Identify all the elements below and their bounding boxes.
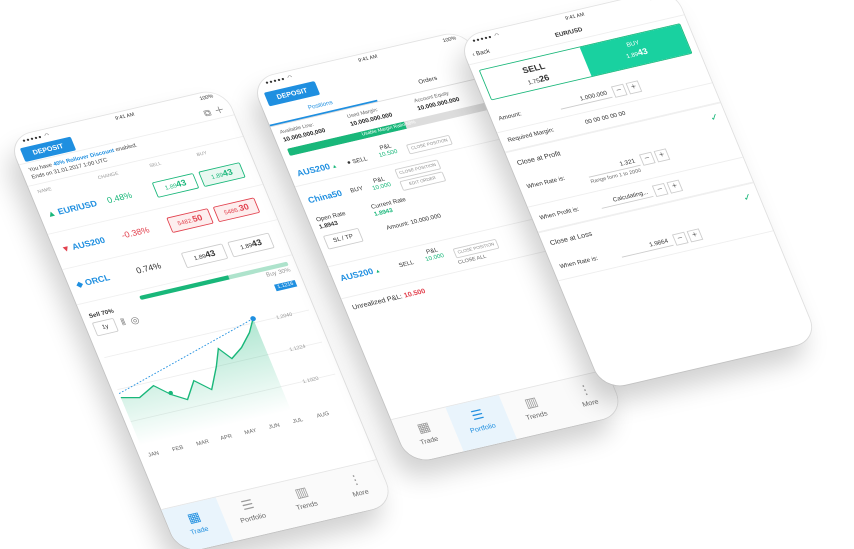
battery-level: 100% <box>199 94 215 102</box>
x-label: JUN <box>268 423 281 431</box>
side: SELL <box>398 260 415 270</box>
back-button[interactable]: ‹ Back <box>471 48 490 58</box>
required-margin: 00 00 00 00 00 <box>584 110 627 126</box>
buy-quote[interactable]: 1.8943 <box>198 162 246 188</box>
loss-rate-input[interactable]: 1.9864 <box>618 236 674 258</box>
change: 0.74% <box>134 261 163 277</box>
decrement-button[interactable]: − <box>671 231 689 246</box>
buy-quote[interactable]: 5486.30 <box>212 197 261 223</box>
add-icon[interactable]: ＋ <box>213 104 226 116</box>
x-label: FEB <box>172 445 185 453</box>
increment-button[interactable]: + <box>666 179 684 194</box>
profit-amount-input[interactable]: Calculating... <box>598 187 654 209</box>
open-rate: 1.8943 <box>318 220 340 231</box>
side: BUY <box>349 185 365 195</box>
increment-button[interactable]: + <box>625 80 643 95</box>
up-arrow-icon: ▲ <box>331 163 339 170</box>
up-arrow-icon: ▲ <box>374 268 382 275</box>
decrement-button[interactable]: − <box>651 183 669 197</box>
tab-bar: ▦ Trade ☰ Portfolio ▥ Trends ⋮ More <box>390 369 625 464</box>
buy-quote[interactable]: 1.8943 <box>227 232 275 258</box>
tab-bar: ▦ Trade ☰ Portfolio ▥ Trends ⋮ More <box>161 459 395 549</box>
symbol: China50 <box>306 189 344 206</box>
battery-level: 100% <box>442 36 458 44</box>
symbol: EUR/USD <box>56 199 99 218</box>
side: SELL <box>351 155 369 165</box>
sl-tp-button[interactable]: SL / TP <box>322 227 364 250</box>
x-label: APR <box>220 434 234 442</box>
y-label: 1.2040 <box>275 312 293 321</box>
x-label: MAY <box>244 428 258 436</box>
up-arrow-icon: ▲ <box>45 208 58 220</box>
change: -0.38% <box>120 225 152 241</box>
y-label: 1.1224 <box>289 344 307 353</box>
amount-input[interactable]: 1.000.000 <box>557 88 613 110</box>
sell-quote[interactable]: 1.8943 <box>151 173 200 198</box>
check-icon: ✓ <box>741 192 754 204</box>
sell-quote[interactable]: 5482.50 <box>166 208 214 234</box>
x-label: JUL <box>292 417 304 425</box>
symbol: AUS200 <box>295 162 332 179</box>
increment-button[interactable]: + <box>686 228 704 243</box>
candlestick-icon[interactable]: ⫴ <box>120 317 128 328</box>
symbol: ORCL <box>83 273 112 289</box>
col-buy: BUY <box>196 150 208 158</box>
symbol: AUS200 <box>338 267 376 284</box>
period-selector[interactable]: 1y <box>91 317 120 337</box>
battery-level: 100% <box>649 0 664 2</box>
symbol: AUS200 <box>70 236 107 253</box>
decrement-button[interactable]: − <box>638 151 656 166</box>
unrealized-value: 10.500 <box>402 287 427 300</box>
decrement-button[interactable]: − <box>610 83 628 98</box>
increment-button[interactable]: + <box>653 148 671 163</box>
x-label: MAR <box>196 439 211 447</box>
x-label: AUG <box>316 411 330 419</box>
y-label: 1.1020 <box>302 376 320 385</box>
x-label: JAN <box>147 451 160 459</box>
logo-badge-icon: ◎ <box>128 315 142 327</box>
change: 0.48% <box>105 191 134 206</box>
price-tag: 1.1216 <box>273 279 298 292</box>
check-icon: ✓ <box>708 112 721 124</box>
stage: ●●●●● ◠ 9:41 AM 100% DEPOSIT ⧉ ＋ You hav… <box>0 0 854 549</box>
chart-settings-icon[interactable]: ⧉ <box>202 107 213 118</box>
amount: 10.000.000 <box>409 213 443 226</box>
sell-quote[interactable]: 1.8943 <box>180 243 229 269</box>
current-rate: 1.8943 <box>373 207 394 218</box>
current-marker <box>250 316 256 322</box>
